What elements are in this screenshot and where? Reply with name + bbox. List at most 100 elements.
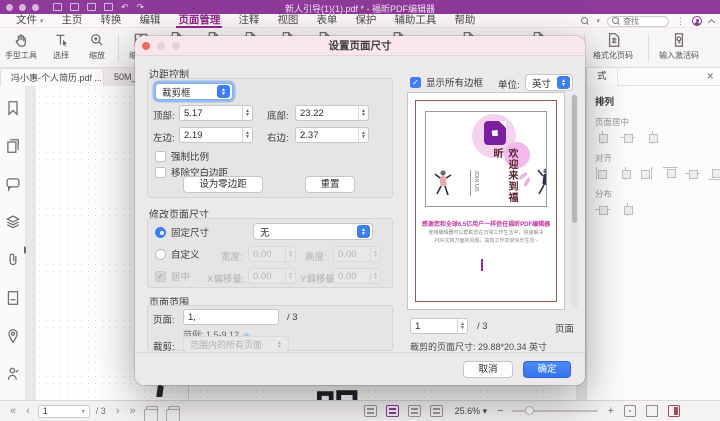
page-range-input[interactable] — [183, 309, 279, 325]
stepper-icon[interactable]: ▲▼ — [457, 319, 467, 333]
constrain-ratio-checkbox[interactable]: 强制比例 — [155, 149, 209, 163]
align-bottom-icon[interactable] — [708, 167, 720, 180]
tab-format[interactable]: 式 — [587, 68, 618, 86]
activation-code-button[interactable]: 输入激活码 — [656, 32, 702, 61]
stepper-icon[interactable]: ▲▼ — [358, 106, 368, 120]
menu-file[interactable]: 文件 ▾ — [14, 14, 45, 28]
align-top-icon[interactable] — [663, 167, 676, 180]
search-box[interactable] — [607, 16, 669, 27]
center-horizontal-icon[interactable] — [595, 131, 610, 144]
print-icon[interactable] — [87, 3, 96, 11]
x-offset-label: X偏移量: — [207, 271, 244, 285]
first-page-button[interactable]: « — [10, 405, 16, 417]
distribute-horizontal-icon[interactable] — [595, 203, 610, 216]
clipboard-icon[interactable] — [168, 406, 180, 417]
zoom-slider[interactable] — [512, 410, 598, 412]
align-middle-icon[interactable] — [685, 167, 698, 180]
stepper-icon[interactable]: ▲▼ — [242, 106, 252, 120]
center-both-icon[interactable] — [645, 131, 660, 144]
hand-tool-button[interactable]: 手型工具 — [2, 32, 40, 61]
bottom-margin-field[interactable]: ▲▼ — [295, 105, 369, 121]
reset-button[interactable]: 重置 — [305, 176, 355, 193]
select-tool-button[interactable]: 选择 — [42, 32, 80, 61]
continuous-view-icon[interactable] — [386, 405, 399, 417]
single-page-view-icon[interactable] — [364, 405, 377, 417]
align-hcenter-icon[interactable] — [618, 167, 631, 180]
menu-edit[interactable]: 编辑 — [137, 14, 162, 28]
menu-accessibility[interactable]: 辅助工具 — [392, 14, 438, 28]
align-left-icon[interactable] — [595, 167, 608, 180]
facing-view-icon[interactable] — [408, 405, 421, 417]
close-icon[interactable]: ✕ — [706, 71, 714, 82]
zoom-tool-button[interactable]: 缩放 — [78, 32, 116, 61]
traffic-zoom-icon[interactable] — [32, 4, 39, 11]
menu-form[interactable]: 表单 — [314, 14, 339, 28]
center-vertical-icon[interactable] — [620, 131, 635, 144]
attachment-icon[interactable] — [5, 252, 21, 268]
menu-view[interactable]: 视图 — [275, 14, 300, 28]
search-tool-icon[interactable] — [581, 17, 589, 25]
zoom-level-dropdown[interactable]: 25.6% ▾ — [455, 406, 488, 417]
next-page-button[interactable]: › — [116, 405, 120, 417]
distribute-vertical-icon[interactable] — [620, 203, 635, 216]
grid-view-icon[interactable] — [430, 405, 443, 417]
menu-protect[interactable]: 保护 — [353, 14, 378, 28]
menu-convert[interactable]: 转换 — [98, 14, 123, 28]
format-page-number-button[interactable]: 格式化页码 — [590, 32, 636, 61]
saveas-icon[interactable] — [70, 3, 79, 11]
scrollbar-thumb[interactable] — [572, 95, 577, 223]
save-icon[interactable] — [53, 3, 62, 11]
comments-icon[interactable] — [5, 176, 21, 192]
more-options-icon[interactable]: ⋮ — [676, 16, 685, 27]
align-right-icon[interactable] — [640, 167, 653, 180]
box-type-dropdown[interactable]: 裁剪框 ▲▼ — [155, 83, 233, 100]
zoom-in-button[interactable]: + — [608, 405, 614, 417]
left-margin-field[interactable]: ▲▼ — [179, 127, 253, 143]
top-margin-field[interactable]: ▲▼ — [179, 105, 253, 121]
fullscreen-icon[interactable] — [646, 405, 658, 417]
toggle-panel-icon[interactable] — [668, 405, 680, 417]
fixed-size-dropdown[interactable]: 无 ▲▼ — [253, 223, 373, 240]
traffic-close-icon[interactable] — [6, 4, 13, 11]
zero-margin-button[interactable]: 设为零边距 — [183, 176, 263, 193]
width-label: 宽度: — [221, 249, 243, 263]
zoom-out-button[interactable]: − — [497, 405, 503, 417]
destination-pin-icon[interactable] — [5, 328, 21, 344]
collapse-ribbon-icon[interactable] — [708, 18, 715, 25]
search-caret-icon[interactable]: ▾ — [596, 17, 600, 25]
redo-icon[interactable]: ↷ — [137, 3, 145, 11]
snapshot-icon[interactable] — [146, 406, 158, 417]
search-input[interactable] — [623, 17, 663, 26]
cancel-button[interactable]: 取消 — [463, 361, 513, 378]
menu-comment[interactable]: 注释 — [236, 14, 261, 28]
unit-dropdown[interactable]: 英寸 ▲▼ — [525, 74, 573, 91]
menu-help[interactable]: 帮助 — [452, 14, 477, 28]
preview-page-field[interactable]: ▲▼ — [410, 318, 468, 334]
right-margin-field[interactable]: ▲▼ — [295, 127, 369, 143]
fit-width-icon[interactable] — [624, 405, 636, 417]
new-doc-icon[interactable] — [104, 3, 113, 11]
last-page-button[interactable]: » — [129, 405, 135, 417]
ok-button[interactable]: 确定 — [523, 361, 571, 378]
custom-size-radio[interactable]: 自定义 — [155, 247, 200, 261]
status-bar: « ‹ 1 ▾ / 3 › » 25.6% ▾ − + — [0, 400, 720, 421]
page-number-input[interactable]: 1 ▾ — [38, 405, 90, 418]
undo-icon[interactable]: ↶ — [121, 3, 129, 11]
fixed-size-radio[interactable]: 固定尺寸 — [155, 225, 209, 239]
preview-scrollbar[interactable] — [571, 94, 578, 308]
traffic-minimize-icon[interactable] — [19, 4, 26, 11]
stepper-icon[interactable]: ▲▼ — [242, 128, 252, 142]
doc-tab-active[interactable]: 冯小惠-个人简历.pdf ... — [0, 68, 104, 86]
pages-icon[interactable] — [5, 138, 21, 154]
note-page-icon[interactable] — [5, 290, 21, 306]
signature-icon[interactable] — [5, 366, 21, 382]
layers-icon[interactable] — [5, 214, 21, 230]
stepper-icon[interactable]: ▲▼ — [358, 128, 368, 142]
prev-page-button[interactable]: ‹ — [26, 405, 30, 417]
account-avatar[interactable] — [692, 16, 702, 26]
zoom-slider-knob[interactable] — [525, 406, 534, 415]
bookmark-icon[interactable] — [5, 100, 21, 116]
show-all-borders-checkbox[interactable]: ✓显示所有边框 — [410, 75, 483, 89]
menu-home[interactable]: 主页 — [59, 14, 84, 28]
menu-page-management[interactable]: 页面管理 — [176, 14, 222, 28]
